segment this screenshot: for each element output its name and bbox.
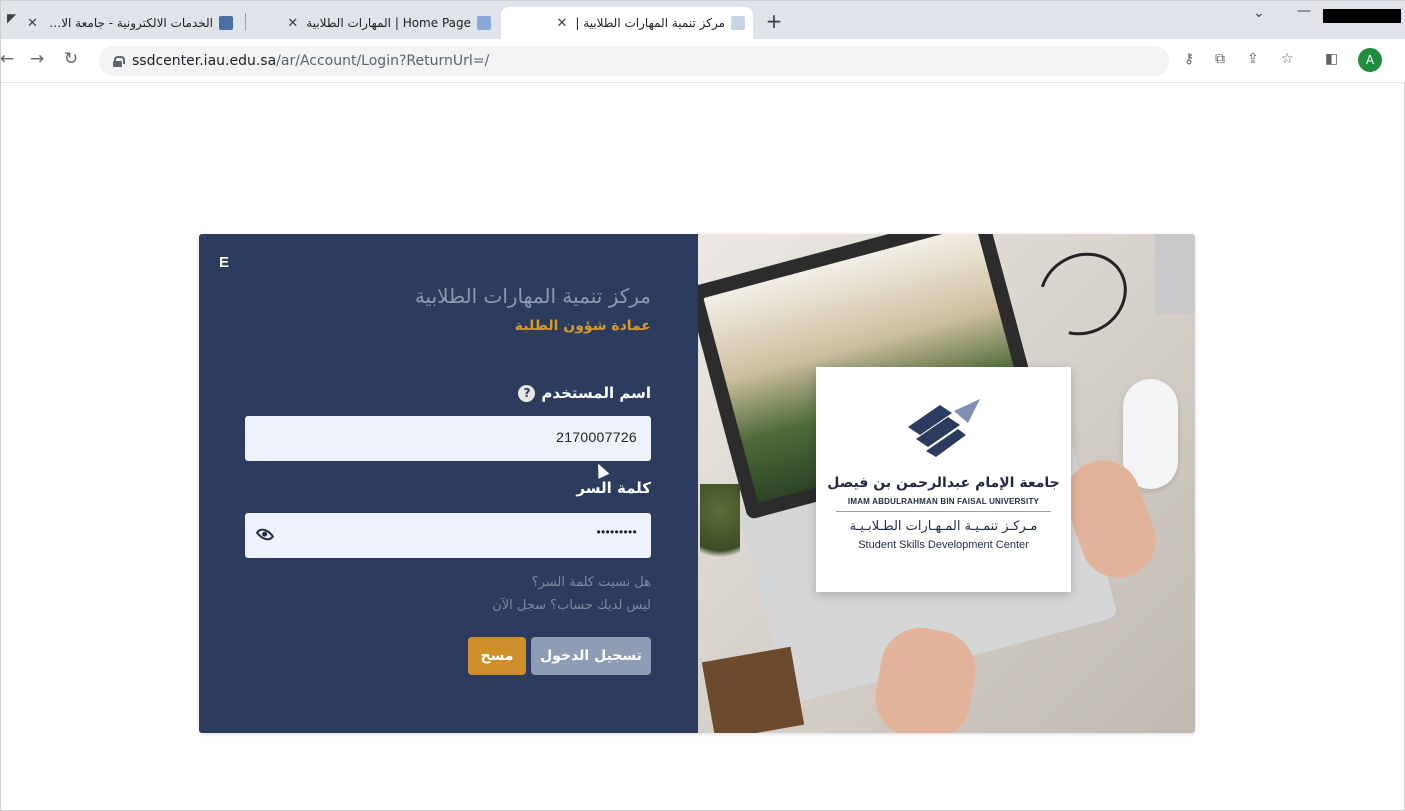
university-name-en: IMAM ABDULRAHMAN BIN FAISAL UNIVERSITY bbox=[847, 497, 1040, 506]
login-button[interactable]: تسجيل الدخول bbox=[531, 637, 651, 675]
password-value: ••••••••• bbox=[596, 525, 637, 539]
profile-avatar[interactable]: A bbox=[1358, 48, 1382, 72]
forgot-password-link[interactable]: هل نسيت كلمة السر؟ bbox=[532, 575, 651, 590]
username-label: اسم المستخدم ? bbox=[518, 384, 651, 402]
tab-divider bbox=[245, 13, 246, 31]
tab-ssd-center[interactable]: مركز تنمية المهارات الطلابية | ✕ bbox=[501, 7, 753, 39]
register-link[interactable]: ليس لديك حساب؟ سجل الآن bbox=[492, 598, 651, 613]
reload-icon[interactable]: ↻ bbox=[59, 49, 83, 69]
center-name-title: مركز تنمية المهارات الطلابية bbox=[414, 284, 651, 308]
close-icon[interactable]: ✕ bbox=[27, 16, 38, 31]
tab-favicon bbox=[219, 16, 233, 30]
close-icon[interactable]: ✕ bbox=[287, 16, 298, 31]
university-name-ar: جامعة الإمام عبدالرحمن بن فيصل bbox=[827, 475, 1060, 491]
clear-button[interactable]: مسح bbox=[468, 637, 526, 675]
tab-eservices[interactable]: الخدمات الالكترونية - جامعة الامام ✕ bbox=[19, 7, 241, 39]
language-switch-link[interactable]: E bbox=[219, 254, 229, 271]
plant-illustration bbox=[700, 484, 740, 574]
tab-title: Home Page | المهارات الطلابية bbox=[306, 16, 471, 30]
window-controls-redacted bbox=[1323, 9, 1401, 23]
tab-favicon bbox=[731, 16, 745, 30]
tab-favicon bbox=[477, 16, 491, 30]
university-logo-card: جامعة الإمام عبدالرحمن بن فيصل IMAM ABDU… bbox=[816, 367, 1071, 592]
username-label-text: اسم المستخدم bbox=[541, 384, 651, 402]
browser-window: ◤ الخدمات الالكترونية - جامعة الامام ✕ H… bbox=[0, 0, 1405, 811]
tab-scroll-icon[interactable]: ◤ bbox=[7, 11, 16, 25]
minimize-icon[interactable]: — bbox=[1297, 3, 1311, 19]
notebook-illustration bbox=[701, 646, 805, 733]
glasses-illustration bbox=[1024, 236, 1142, 352]
login-panel: E مركز تنمية المهارات الطلابية عمادة شؤو… bbox=[199, 234, 698, 733]
browser-toolbar: ← → ↻ ssdcenter.iau.edu.sa/ar/Account/Lo… bbox=[0, 39, 1405, 83]
new-tab-button[interactable]: + bbox=[761, 9, 787, 35]
password-label: كلمة السر bbox=[576, 479, 651, 497]
tab-title: الخدمات الالكترونية - جامعة الامام bbox=[45, 16, 213, 30]
tab-search-chevron-icon[interactable]: ⌄ bbox=[1253, 5, 1265, 21]
close-icon[interactable]: ✕ bbox=[557, 16, 568, 31]
forward-arrow-icon[interactable]: → bbox=[25, 49, 49, 69]
hero-photo: جامعة الإمام عبدالرحمن بن فيصل IMAM ABDU… bbox=[698, 234, 1195, 733]
url-path: /ar/Account/Login?ReturnUrl=/ bbox=[276, 53, 490, 69]
university-logo-icon bbox=[908, 399, 980, 457]
center-name-ar: مـركـز تنمـيـة المـهـارات الطـلابـيـة bbox=[849, 519, 1038, 534]
mouse-cursor-icon bbox=[592, 461, 610, 479]
desk-tray bbox=[1155, 234, 1195, 314]
logo-divider bbox=[836, 511, 1051, 512]
center-name-en: Student Skills Development Center bbox=[858, 539, 1029, 551]
address-bar[interactable]: ssdcenter.iau.edu.sa/ar/Account/Login?Re… bbox=[99, 46, 1169, 76]
password-label-text: كلمة السر bbox=[576, 479, 651, 497]
show-password-eye-icon[interactable] bbox=[255, 524, 275, 545]
tab-home-page[interactable]: Home Page | المهارات الطلابية ✕ bbox=[251, 7, 499, 39]
translate-icon[interactable]: ⧉ bbox=[1215, 51, 1225, 67]
side-panel-icon[interactable]: ◧ bbox=[1325, 51, 1338, 67]
username-value: 2170007726 bbox=[556, 429, 637, 445]
key-icon[interactable]: ⚷ bbox=[1184, 51, 1194, 67]
help-icon[interactable]: ? bbox=[518, 384, 536, 402]
back-arrow-icon[interactable]: ← bbox=[0, 49, 19, 69]
bookmark-star-icon[interactable]: ☆ bbox=[1281, 51, 1294, 67]
tab-strip: ◤ الخدمات الالكترونية - جامعة الامام ✕ H… bbox=[1, 1, 1405, 39]
tab-title: مركز تنمية المهارات الطلابية | bbox=[575, 16, 725, 30]
login-card: E مركز تنمية المهارات الطلابية عمادة شؤو… bbox=[199, 234, 1195, 733]
share-icon[interactable]: ⇪ bbox=[1247, 51, 1259, 67]
lock-icon[interactable] bbox=[113, 55, 125, 67]
url-host: ssdcenter.iau.edu.sa bbox=[132, 53, 277, 69]
username-input[interactable]: 2170007726 bbox=[245, 416, 651, 461]
deanship-subtitle: عمادة شؤون الطلبة bbox=[514, 318, 651, 334]
password-input[interactable]: ••••••••• bbox=[245, 513, 651, 558]
